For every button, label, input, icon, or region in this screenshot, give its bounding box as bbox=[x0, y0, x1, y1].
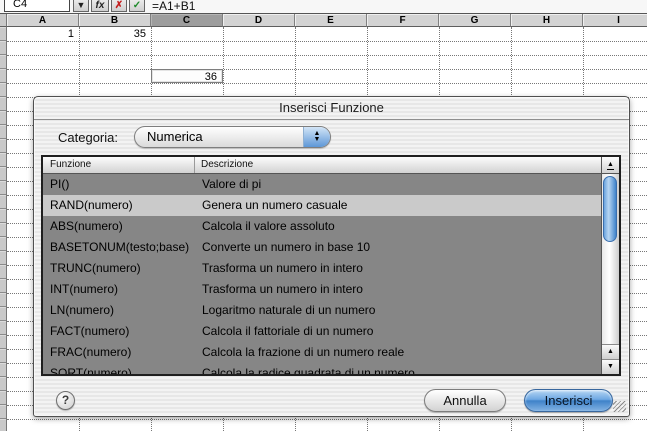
column-header-d[interactable]: D bbox=[223, 14, 295, 27]
function-rows: PI() Valore di pi RAND(numero) Genera un… bbox=[43, 174, 601, 374]
dialog-title: Inserisci Funzione bbox=[34, 97, 629, 119]
scrollbar-arrows: ▲ ▼ bbox=[602, 344, 619, 374]
list-item[interactable]: FRAC(numero) Calcola la frazione di un n… bbox=[43, 342, 601, 363]
function-description: Genera un numero casuale bbox=[196, 195, 601, 216]
function-description: Calcola la frazione di un numero reale bbox=[196, 342, 601, 363]
category-popup-value: Numerica bbox=[147, 127, 203, 147]
function-list-body: PI() Valore di pi RAND(numero) Genera un… bbox=[43, 174, 619, 374]
list-item[interactable]: PI() Valore di pi bbox=[43, 174, 601, 195]
checkmark-icon: ✓ bbox=[133, 0, 141, 11]
function-description: Calcola il valore assoluto bbox=[196, 216, 601, 237]
formula-bar: C4 ▼ fx ✗ ✓ =A1+B1 bbox=[0, 0, 647, 13]
list-item[interactable]: INT(numero) Trasforma un numero in inter… bbox=[43, 279, 601, 300]
cancel-entry-button[interactable]: ✗ bbox=[111, 0, 127, 12]
cell-reference-box[interactable]: C4 bbox=[4, 0, 70, 12]
list-item[interactable]: BASETONUM(testo;base) Converte un numero… bbox=[43, 237, 601, 258]
insert-function-button[interactable]: fx bbox=[91, 0, 109, 12]
function-name: TRUNC(numero) bbox=[43, 258, 196, 279]
function-list: Funzione Descrizione ▲ PI() Valore di pi… bbox=[41, 155, 621, 376]
scroll-up-button[interactable]: ▲ bbox=[602, 344, 619, 359]
list-item[interactable]: LN(numero) Logaritmo naturale di un nume… bbox=[43, 300, 601, 321]
function-description: Trasforma un numero in intero bbox=[196, 279, 601, 300]
fx-icon: fx bbox=[96, 0, 105, 11]
cell-C4-selected[interactable]: 36 bbox=[151, 69, 223, 83]
sort-order-button[interactable]: ▲ bbox=[601, 157, 619, 173]
cell-reference-dropdown-button[interactable]: ▼ bbox=[73, 0, 89, 12]
column-header-i[interactable]: I bbox=[583, 14, 647, 27]
help-button[interactable]: ? bbox=[56, 391, 75, 410]
function-name: RAND(numero) bbox=[43, 195, 196, 216]
column-header-h[interactable]: H bbox=[511, 14, 583, 27]
list-item-selected[interactable]: RAND(numero) Genera un numero casuale bbox=[43, 195, 601, 216]
grid-hline bbox=[7, 55, 647, 56]
sort-icon: ▲ bbox=[607, 161, 614, 170]
cancel-x-icon: ✗ bbox=[115, 0, 123, 11]
function-description: Calcola la radice quadrata di un numero bbox=[196, 363, 601, 374]
grid-hline bbox=[7, 419, 647, 420]
cell-B1[interactable]: 35 bbox=[79, 27, 151, 41]
column-header-a[interactable]: A bbox=[7, 14, 79, 27]
insert-function-dialog: Inserisci Funzione Categoria: Numerica ▲… bbox=[33, 96, 630, 417]
formula-input[interactable]: =A1+B1 bbox=[152, 0, 195, 12]
column-header-f[interactable]: F bbox=[367, 14, 439, 27]
column-header-g[interactable]: G bbox=[439, 14, 511, 27]
list-item[interactable]: SQRT(numero) Calcola la radice quadrata … bbox=[43, 363, 601, 374]
category-popup[interactable]: Numerica ▲ ▼ bbox=[134, 126, 331, 148]
function-name: FRAC(numero) bbox=[43, 342, 196, 363]
scroll-down-button[interactable]: ▼ bbox=[602, 359, 619, 374]
list-item[interactable]: TRUNC(numero) Trasforma un numero in int… bbox=[43, 258, 601, 279]
header-funzione[interactable]: Funzione bbox=[43, 157, 195, 173]
list-item[interactable]: FACT(numero) Calcola il fattoriale di un… bbox=[43, 321, 601, 342]
header-descrizione[interactable]: Descrizione bbox=[195, 157, 601, 173]
function-name: PI() bbox=[43, 174, 196, 195]
grid-hline bbox=[7, 69, 647, 70]
list-scrollbar[interactable]: ▲ ▼ bbox=[601, 174, 619, 374]
function-name: BASETONUM(testo;base) bbox=[43, 237, 196, 258]
function-description: Trasforma un numero in intero bbox=[196, 258, 601, 279]
chevron-down-icon: ▼ bbox=[77, 0, 86, 11]
function-description: Valore di pi bbox=[196, 174, 601, 195]
scroll-up-icon: ▲ bbox=[607, 348, 614, 355]
cancel-button[interactable]: Annulla bbox=[424, 389, 506, 412]
insert-button[interactable]: Inserisci bbox=[524, 389, 613, 412]
row-headers[interactable] bbox=[0, 27, 7, 431]
dialog-title-bar[interactable]: Inserisci Funzione bbox=[34, 97, 629, 120]
cell-A1[interactable]: 1 bbox=[7, 27, 79, 41]
resize-grip[interactable] bbox=[613, 401, 626, 412]
scroll-down-icon: ▼ bbox=[607, 363, 614, 370]
select-all-corner[interactable] bbox=[0, 14, 7, 27]
popup-down-arrow-icon: ▼ bbox=[314, 137, 321, 143]
function-description: Converte un numero in base 10 bbox=[196, 237, 601, 258]
list-item[interactable]: ABS(numero) Calcola il valore assoluto bbox=[43, 216, 601, 237]
column-header-c[interactable]: C bbox=[151, 14, 223, 27]
function-name: LN(numero) bbox=[43, 300, 196, 321]
grid-hline bbox=[7, 83, 647, 84]
function-description: Logaritmo naturale di un numero bbox=[196, 300, 601, 321]
function-name: INT(numero) bbox=[43, 279, 196, 300]
accept-entry-button[interactable]: ✓ bbox=[129, 0, 145, 12]
function-name: ABS(numero) bbox=[43, 216, 196, 237]
function-name: SQRT(numero) bbox=[43, 363, 196, 374]
category-label: Categoria: bbox=[58, 130, 118, 145]
popup-arrows-icon: ▲ ▼ bbox=[303, 127, 330, 147]
grid-hline bbox=[7, 41, 647, 42]
scrollbar-thumb[interactable] bbox=[603, 176, 617, 242]
function-list-header: Funzione Descrizione ▲ bbox=[43, 157, 619, 174]
column-headers: A B C D E F G H I bbox=[0, 13, 647, 27]
function-name: FACT(numero) bbox=[43, 321, 196, 342]
function-description: Calcola il fattoriale di un numero bbox=[196, 321, 601, 342]
column-header-b[interactable]: B bbox=[79, 14, 151, 27]
column-header-e[interactable]: E bbox=[295, 14, 367, 27]
